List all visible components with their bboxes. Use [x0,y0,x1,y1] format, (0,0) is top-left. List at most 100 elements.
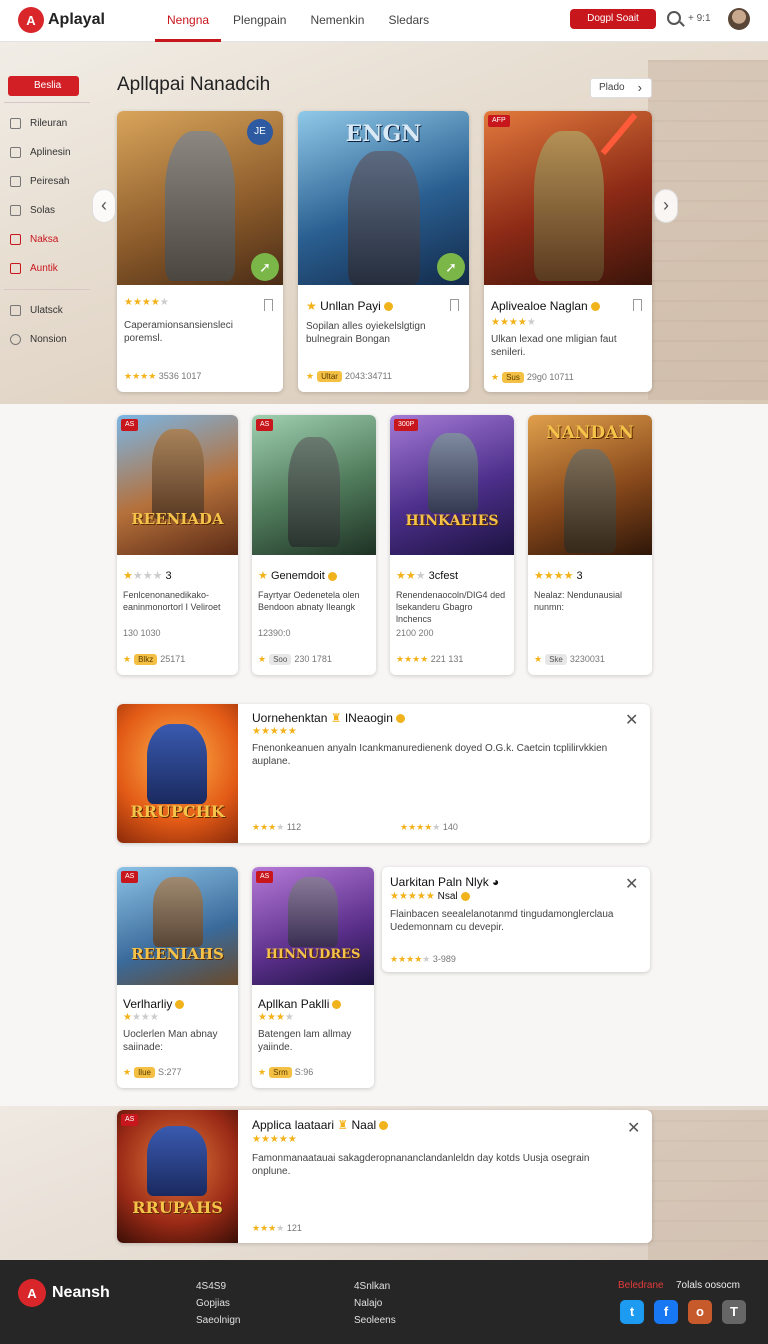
nav-item-home[interactable]: Nengna [155,0,222,42]
nav-item-4[interactable]: Sledars [376,0,441,42]
card-description: Batengen lam allmay yaiinde. [258,1029,352,1053]
sidebar-item-3[interactable]: Peiresah [0,167,94,196]
sidebar-item-4[interactable]: Solas [0,196,94,225]
footer-link[interactable]: 4S4S9 [196,1278,240,1295]
header-cta-button[interactable]: Dogpl Soait [570,9,656,29]
footer-red-link[interactable]: Beledrane [618,1280,664,1291]
sidebar-item-2[interactable]: Aplinesin [0,138,94,167]
game-art: AS REENIAHS [117,867,238,985]
footer-white-link[interactable]: 7olals oosocm [676,1280,740,1291]
card-rating: ★★★★ 3 [123,570,172,582]
header-count: + 9:1 [688,13,711,24]
box-icon [10,305,21,316]
sidebar-item-label: Ulatsck [30,305,63,316]
sidebar-item-7[interactable]: Ulatsck [0,296,94,325]
carousel-next-arrow[interactable]: › [654,189,678,223]
card-title: ★ Genemdoit [258,569,337,582]
sidebar-item-6[interactable]: Auntik [0,254,94,283]
instagram-icon[interactable]: o [688,1300,712,1324]
card-meta: ★ Ilue S:277 [123,1067,182,1078]
corner-badge: AS [121,419,139,431]
footer-logo-text: Neansh [52,1284,110,1301]
card-title: Aplivealoe Naglan [491,299,600,313]
close-icon[interactable]: ✕ [627,1118,640,1138]
small-card-2[interactable]: AS HINNUDRES Apllkan Paklli ★★★★ Batenge… [252,867,374,1088]
sidebar-item-label: Aplinesin [30,147,71,158]
card-meta: ★ Srm S:96 [258,1067,314,1078]
card-line: 130 1030 [123,628,161,638]
brand-logo[interactable]: A Aplayal [18,7,105,33]
bookmark-icon[interactable] [633,299,642,311]
sidebar-item-1[interactable]: Rileuran [0,109,94,138]
card-meta: ★★★★ 3536 1017 [124,371,202,381]
game-art: ENGN ➚ [298,111,469,285]
nav-item-3[interactable]: Nemenkin [298,0,376,42]
avatar[interactable] [728,8,750,30]
game-art: AS RRUPAHS [117,1110,238,1243]
nav-item-2[interactable]: Plengpain [221,0,298,42]
sidebar-item-8[interactable]: Nonsion [0,325,94,354]
corner-badge: AS [121,871,139,883]
close-icon[interactable]: ✕ [625,874,638,894]
rating-stars: ★★★★ [258,1012,294,1023]
card-meta: ★★★★ 221 131 [396,654,464,664]
art-title: REENIAHS [131,945,224,963]
card-meta: ★★★★ 121 [252,1223,302,1233]
card-rating: ★★★ 3cfest [396,570,459,582]
castle-illustration-bottom [648,1110,768,1260]
corner-badge: JE [247,119,273,145]
twitter-icon[interactable]: t [620,1300,644,1324]
footer: A Neansh 4S4S9 Gopjias Saeolnign 4Snlkan… [0,1260,768,1344]
footer-link[interactable]: Seoleens [354,1312,396,1329]
logo-icon: A [18,7,44,33]
card-title: ★ Unllan Payi [306,299,393,313]
bookmark-icon[interactable] [450,299,459,311]
footer-logo[interactable]: A Neansh [18,1279,110,1307]
wide-card-3[interactable]: AS RRUPAHS Applica laataari ♜ Naal ★★★★★… [117,1110,652,1243]
footer-link[interactable]: 4Snlkan [354,1278,396,1295]
footer-link[interactable]: Nalajo [354,1295,396,1312]
art-title: ENGN [345,121,422,147]
sidebar-item-5[interactable]: Naksa [0,225,94,254]
corner-badge: AS [121,1114,139,1126]
sidebar-primary-button[interactable]: Beslia [8,76,79,96]
card-meta: ★ Sus 29g0 10711 [491,372,574,383]
search-icon[interactable] [667,11,681,25]
castle-illustration [648,60,768,400]
footer-column-1: 4S4S9 Gopjias Saeolnign [196,1278,240,1329]
game-card-1[interactable]: AS REENIADA ★★★★ 3 Fenlcenonanedikako- e… [117,415,238,675]
art-title: HINNUDRES [265,947,361,962]
featured-card-1[interactable]: JE ➚ ★★★★★ Caperamionsansiensleci porems… [117,111,283,392]
bookmark-icon[interactable] [264,299,273,311]
art-title: REENIADA [131,510,224,528]
game-art: RRUPCHK [117,704,238,843]
close-icon[interactable]: ✕ [625,710,638,730]
featured-card-2[interactable]: ENGN ➚ ★ Unllan Payi Sopilan alles oyiek… [298,111,469,392]
view-all-button[interactable]: Plado [590,78,652,98]
featured-card-3[interactable]: AFP Aplivealoe Naglan ★★★★★ Ulkan lexad … [484,111,652,392]
corner-badge: AS [256,871,274,883]
card-description: Caperamionsansiensleci poremsl. [124,320,233,344]
rating-stars: ★★★★★ [124,297,169,308]
card-title: Apllkan Paklli [258,997,342,1011]
wide-card-1[interactable]: RRUPCHK Uornehenktan ♜ INeaogin ★★★★★ Fn… [117,704,650,843]
card-line: 12390:0 [258,628,291,638]
wide-card-2[interactable]: Uarkitan Paln Nlyk ◕ ★★★★★ Nsal Flainbac… [382,867,650,972]
carousel-prev-arrow[interactable]: ‹ [92,189,116,223]
rating-stars: ★★★★★ [252,1134,297,1145]
art-title: RRUPCHK [130,802,225,821]
small-card-1[interactable]: AS REENIAHS Verlharliy ★★★★ Uoclerlen Ma… [117,867,238,1088]
footer-link[interactable]: Saeolnign [196,1312,240,1329]
game-card-2[interactable]: AS ★ Genemdoit Fayrtyar Oedenetela olen … [252,415,376,675]
other-social-icon[interactable]: T [722,1300,746,1324]
footer-link[interactable]: Gopjias [196,1295,240,1312]
game-art: NANDAN [528,415,652,555]
box-icon [10,176,21,187]
box-icon [10,205,21,216]
card-description: Nealaz: Nendunausial nunmn: [534,590,623,612]
game-card-4[interactable]: NANDAN ★★★★ 3 Nealaz: Nendunausial nunmn… [528,415,652,675]
logo-text: Aplayal [48,11,105,28]
sidebar-item-label: Nonsion [30,334,67,345]
game-card-3[interactable]: 300P HINKAEIES ★★★ 3cfest Renendenaocoln… [390,415,514,675]
facebook-icon[interactable]: f [654,1300,678,1324]
